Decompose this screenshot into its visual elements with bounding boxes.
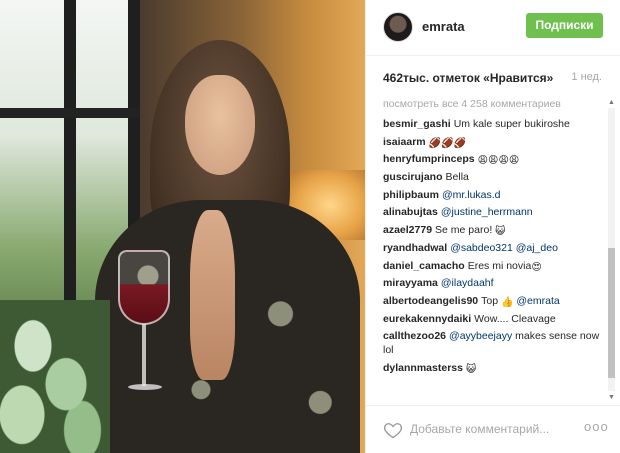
comment-username[interactable]: ryandhadwal xyxy=(383,242,447,254)
post-header: emrata Подписки xyxy=(366,0,620,56)
comment-username[interactable]: guscirujano xyxy=(383,171,443,183)
comment-username[interactable]: mirayyama xyxy=(383,277,438,289)
comment-username[interactable]: daniel_camacho xyxy=(383,260,465,272)
comment-input[interactable] xyxy=(410,420,570,438)
comment-item: mirayyama @ilaydaahf xyxy=(383,276,605,290)
comment-item: alinabujtas @justine_herrmann xyxy=(383,205,605,219)
comment-emoji: 😺 xyxy=(495,226,506,238)
comment-item: callthezoo26 @ayybeejayy makes sense now … xyxy=(383,329,605,357)
comment-mention[interactable]: @justine_herrmann xyxy=(441,206,533,218)
likes-count[interactable]: 462тыс. отметок «Нравится» xyxy=(383,71,553,85)
comment-item: ryandhadwal @sabdeo321 @aj_deo xyxy=(383,241,605,255)
comment-username[interactable]: eurekakennydaiki xyxy=(383,313,471,325)
comment-username[interactable]: besmir_gashi xyxy=(383,118,451,130)
comment-emoji: 😺 xyxy=(465,363,477,375)
comment-item: daniel_camacho Eres mi novia😍 xyxy=(383,259,605,273)
comment-username[interactable]: alinabujtas xyxy=(383,206,438,218)
post-footer: ooo xyxy=(366,405,620,453)
scroll-up-arrow-icon[interactable]: ▲ xyxy=(607,98,616,107)
comment-username[interactable]: callthezoo26 xyxy=(383,330,446,342)
comment-emoji: 😩😩😩😩 xyxy=(477,155,520,167)
view-all-comments-link[interactable]: посмотреть все 4 258 комментариев xyxy=(383,98,615,112)
scrollbar-thumb[interactable] xyxy=(608,248,615,378)
comment-item: guscirujano Bella xyxy=(383,170,605,184)
comment-item: eurekakennydaiki Wow.... Cleavage xyxy=(383,312,605,326)
comment-mention[interactable]: @mr.lukas.d xyxy=(442,189,501,201)
scroll-down-arrow-icon[interactable]: ▼ xyxy=(607,393,616,402)
more-options-icon[interactable]: ooo xyxy=(584,419,609,434)
comment-item: isaiaarm 🏈🏈🏈 xyxy=(383,135,605,149)
comment-text: Bella xyxy=(445,171,469,184)
avatar[interactable] xyxy=(383,12,413,42)
comment-username[interactable]: azael2779 xyxy=(383,224,432,236)
post-sidebar: emrata Подписки 462тыс. отметок «Нравитс… xyxy=(365,0,620,453)
username-link[interactable]: emrata xyxy=(422,19,465,34)
comment-text: Eres mi novia xyxy=(467,259,532,272)
comment-mention[interactable]: @sabdeo321 @aj_deo xyxy=(450,242,558,254)
neckline xyxy=(190,210,235,380)
comment-text: Um kale super bukiroshe xyxy=(453,118,570,130)
comment-item: besmir_gashi Um kale super bukiroshe xyxy=(383,117,605,131)
window-frame xyxy=(0,108,140,118)
comments-list: посмотреть все 4 258 комментариев besmir… xyxy=(383,98,615,403)
comments-scrollbar[interactable]: ▲ ▼ xyxy=(607,98,616,403)
comment-emoji: 😍 xyxy=(531,261,542,273)
comment-item: henryfumprinceps 😩😩😩😩 xyxy=(383,152,605,166)
comment-username[interactable]: albertodeangelis90 xyxy=(383,295,478,307)
comment-emoji: 👍 xyxy=(500,296,514,308)
comment-text: Wow.... Cleavage xyxy=(474,312,556,325)
heart-icon[interactable] xyxy=(383,420,403,440)
follow-button[interactable]: Подписки xyxy=(526,13,603,38)
comment-emoji: 🏈🏈🏈 xyxy=(428,137,466,149)
comment-mention[interactable]: @emrata xyxy=(516,295,559,307)
wine-glass xyxy=(118,250,170,325)
plant xyxy=(0,300,110,453)
comment-username[interactable]: isaiaarm xyxy=(383,136,426,148)
comment-username[interactable]: philipbaum xyxy=(383,189,439,201)
comment-item: azael2779 Se me paro! 😺 xyxy=(383,223,605,237)
post-time[interactable]: 1 нед. xyxy=(571,71,602,83)
comment-item: albertodeangelis90 Top 👍 @emrata xyxy=(383,294,605,308)
wine-glass-stem xyxy=(142,324,146,386)
comment-text: Se me paro! xyxy=(435,224,493,237)
wine-glass-base xyxy=(128,384,162,390)
comment-mention[interactable]: @ayybeejayy xyxy=(449,330,512,342)
comment-username[interactable]: dylannmasterss xyxy=(383,362,463,374)
comment-item: philipbaum @mr.lukas.d xyxy=(383,188,605,202)
comment-text: Top xyxy=(481,294,499,307)
face xyxy=(185,75,255,175)
comment-item: dylannmasterss 😺 xyxy=(383,361,605,375)
post-photo[interactable] xyxy=(0,0,365,453)
comment-username[interactable]: henryfumprinceps xyxy=(383,153,475,165)
comment-mention[interactable]: @ilaydaahf xyxy=(441,277,494,289)
